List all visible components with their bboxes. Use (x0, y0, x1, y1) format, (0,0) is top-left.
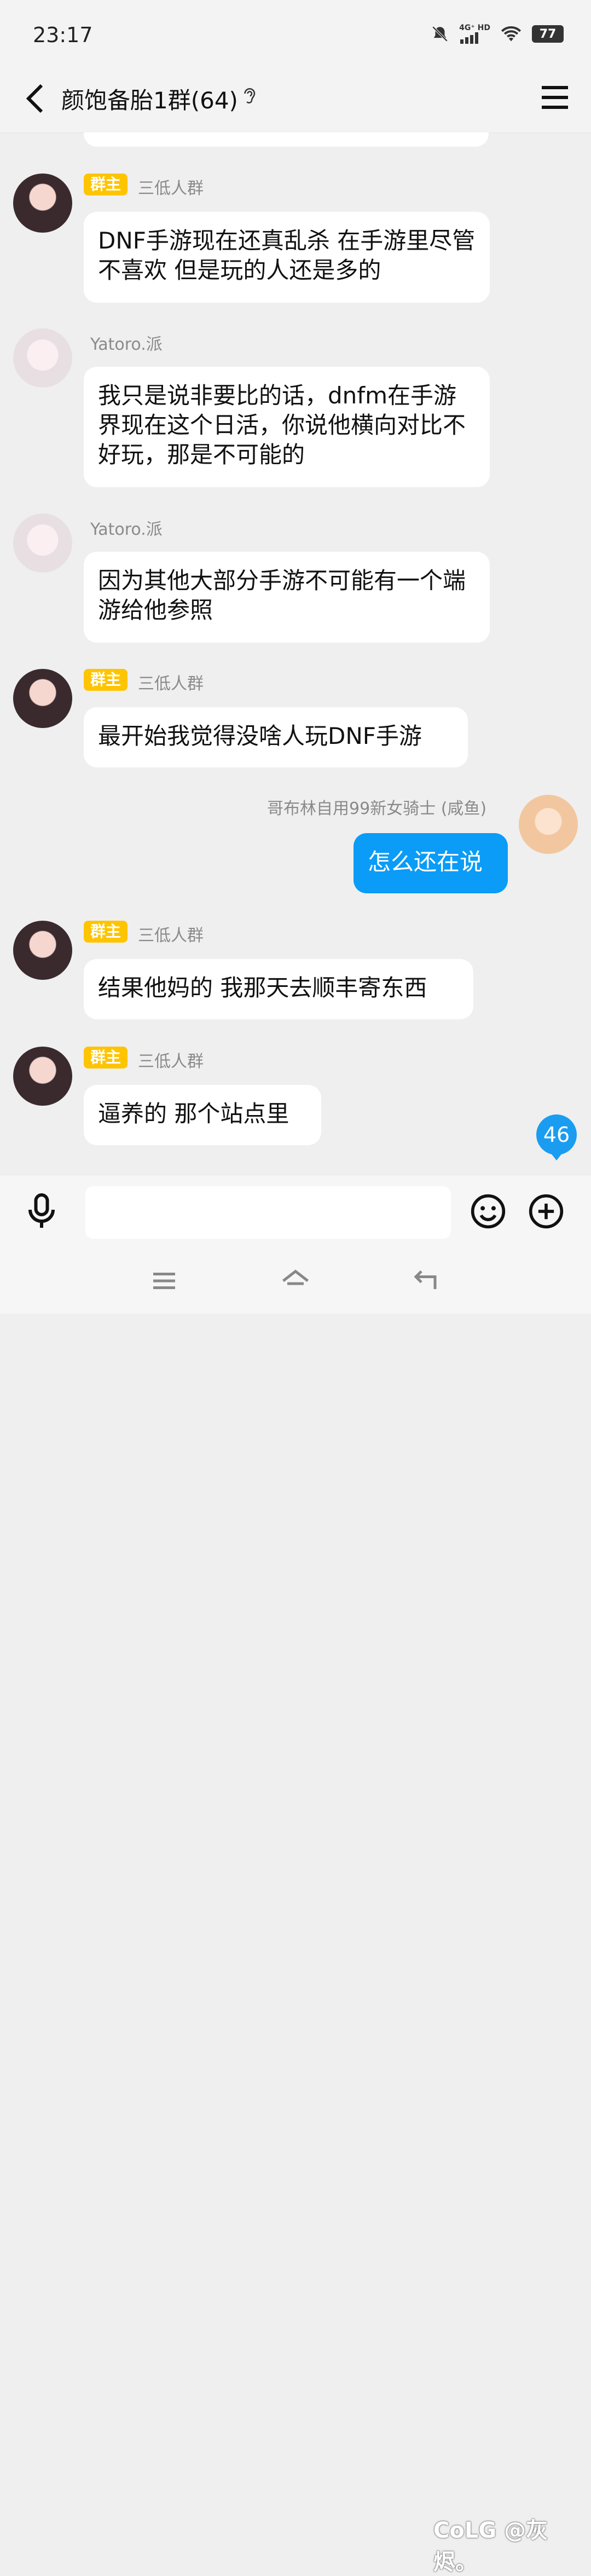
message-bubble-self[interactable]: 怎么还在说 (354, 833, 508, 893)
status-icons: 4G⁺ HD 77 (431, 24, 564, 44)
emoji-icon[interactable] (470, 1193, 507, 1230)
chat-message-list[interactable]: 群主 三低人群 DNF手游现在还真乱杀 在手游里尽管不喜欢 但是玩的人还是多的 … (0, 132, 591, 1175)
group-title[interactable]: 颜饱备胎1群(64) (61, 82, 238, 115)
sender-name: 三低人群 (138, 926, 204, 945)
message-bubble[interactable]: 逼养的 那个站点里 (84, 1085, 321, 1145)
chat-header: 颜饱备胎1群(64) (0, 66, 591, 133)
system-nav-bar: CoLG @灰烬。 (0, 1248, 591, 2575)
message-bubble[interactable]: 结果他妈的 我那天去顺丰寄东西 (84, 959, 473, 1019)
sender-name: 三低人群 (138, 1052, 204, 1071)
previous-message-bubble (84, 132, 489, 147)
microphone-icon[interactable] (22, 1192, 61, 1231)
signal-icon (460, 32, 479, 44)
ear-icon[interactable] (241, 85, 257, 107)
owner-badge: 群主 (84, 921, 128, 943)
message-bubble[interactable]: 我只是说非要比的话，dnfm在手游界现在这个日活，你说他横向对比不好玩，那是不可… (84, 367, 490, 487)
message-bubble[interactable]: 因为其他大部分手游不可能有一个端游给他参照 (84, 552, 490, 643)
status-time: 23:17 (33, 23, 93, 47)
mute-bell-icon (432, 26, 448, 42)
sender-name: 三低人群 (138, 179, 204, 198)
owner-badge: 群主 (84, 174, 128, 195)
sender-name: 三低人群 (138, 674, 204, 694)
back-icon[interactable] (410, 1264, 443, 1297)
message-bubble[interactable]: 最开始我觉得没啥人玩DNF手游 (84, 707, 468, 767)
sender-name: Yatoro.派 (90, 520, 163, 539)
back-arrow-icon[interactable] (20, 81, 55, 116)
unread-count-badge[interactable]: 46 (536, 1114, 577, 1160)
menu-icon[interactable] (537, 80, 572, 115)
plus-icon[interactable] (528, 1193, 565, 1230)
sender-name: Yatoro.派 (90, 335, 163, 354)
recent-apps-icon[interactable] (148, 1264, 181, 1297)
message-input[interactable] (85, 1186, 451, 1239)
status-bar: 23:17 4G⁺ HD 77 (0, 0, 591, 66)
avatar[interactable] (13, 921, 72, 980)
message-bubble[interactable]: DNF手游现在还真乱杀 在手游里尽管不喜欢 但是玩的人还是多的 (84, 212, 490, 303)
network-type-label: 4G⁺ HD (459, 24, 490, 32)
owner-badge: 群主 (84, 1047, 128, 1068)
battery-indicator: 77 (532, 25, 564, 43)
avatar[interactable] (13, 328, 72, 388)
watermark-text: CoLG @灰烬。 (433, 2518, 548, 2575)
input-bar (0, 1175, 591, 1249)
avatar-self[interactable] (519, 795, 578, 854)
wifi-icon (501, 26, 522, 42)
owner-badge: 群主 (84, 669, 128, 691)
avatar[interactable] (13, 669, 72, 728)
avatar[interactable] (13, 174, 72, 233)
avatar[interactable] (13, 513, 72, 573)
home-icon[interactable] (279, 1264, 312, 1297)
sender-name-self: 哥布林自用99新女骑士 (咸鱼) (267, 799, 487, 818)
avatar[interactable] (13, 1047, 72, 1106)
